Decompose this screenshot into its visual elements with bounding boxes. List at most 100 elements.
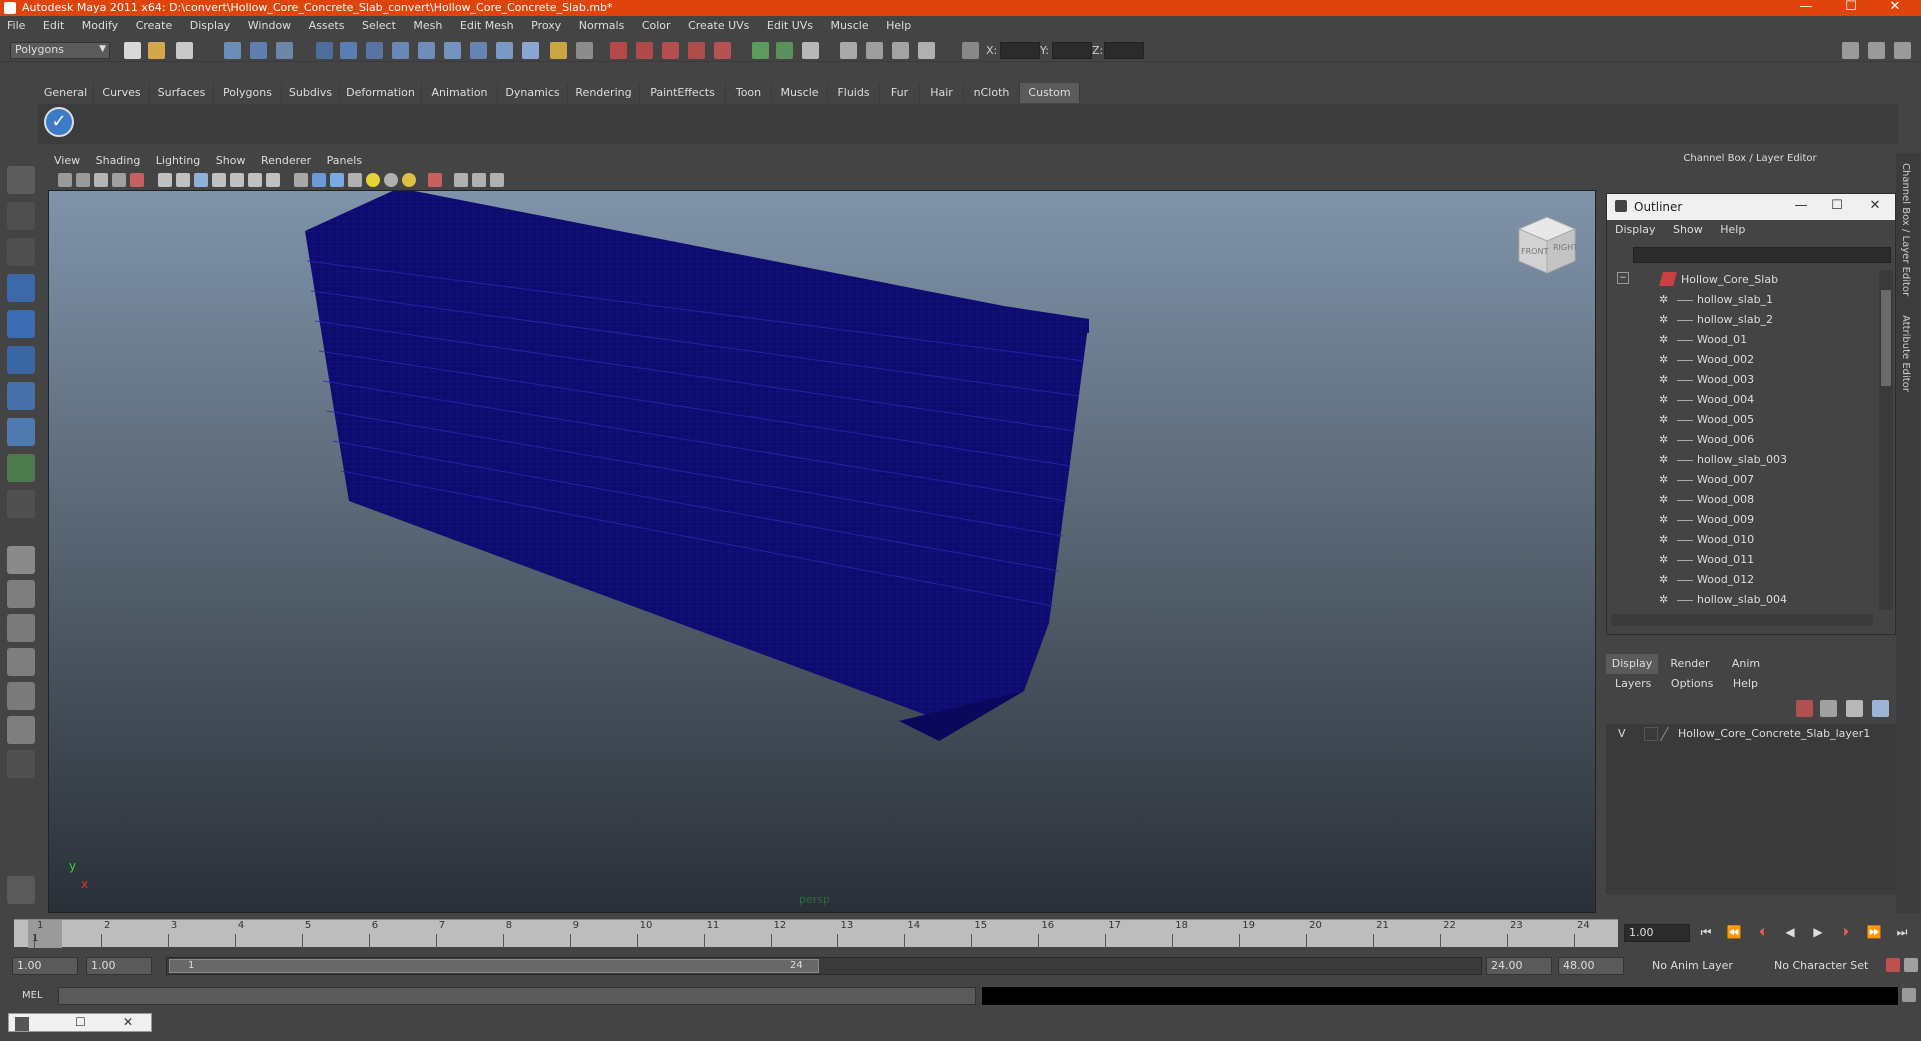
menu-window[interactable]: Window [241, 17, 298, 32]
show-manipulator-icon[interactable] [7, 454, 35, 482]
show-channel-box-icon[interactable] [1894, 42, 1911, 59]
layer-options-icon[interactable] [1872, 700, 1889, 717]
shelf-tab-fluids[interactable]: Fluids [828, 83, 880, 103]
new-empty-layer-icon[interactable] [1820, 700, 1837, 717]
move-layer-up-icon[interactable] [1796, 700, 1813, 717]
menu-edit-mesh[interactable]: Edit Mesh [453, 17, 521, 32]
universal-manipulator-icon[interactable] [7, 382, 35, 410]
select-deformer-icon[interactable] [444, 42, 461, 59]
outliner-item[interactable]: ✲ Wood_01 [1609, 330, 1877, 350]
current-frame-field[interactable]: 1.00 [1624, 924, 1690, 942]
grid-icon[interactable] [158, 173, 172, 187]
menu-select[interactable]: Select [355, 17, 403, 32]
outliner-item[interactable]: ✲ Wood_004 [1609, 390, 1877, 410]
shelf-tab-subdivs[interactable]: Subdivs [282, 83, 340, 103]
viewport-menu-lighting[interactable]: Lighting [150, 153, 206, 167]
range-slider-thumb[interactable]: 1 24 [169, 959, 819, 973]
select-dynamic-icon[interactable] [470, 42, 487, 59]
shelf-tab-painteffects[interactable]: PaintEffects [640, 83, 726, 103]
show-attribute-editor-icon[interactable] [1842, 42, 1859, 59]
save-scene-icon[interactable] [176, 42, 193, 59]
input-history-icon[interactable] [752, 42, 769, 59]
render-current-icon[interactable] [866, 42, 883, 59]
outliner-item[interactable]: ✲ hollow_slab_2 [1609, 310, 1877, 330]
play-backwards-icon[interactable]: ◀ [1780, 925, 1800, 943]
step-back-frame-icon[interactable]: ⏪ [1724, 925, 1744, 943]
layer-menu-help[interactable]: Help [1724, 675, 1765, 690]
render-settings-icon[interactable] [918, 42, 935, 59]
shelf-tab-muscle[interactable]: Muscle [772, 83, 828, 103]
outliner-item[interactable]: ✲ Wood_002 [1609, 350, 1877, 370]
layer-menu-layers[interactable]: Layers [1606, 675, 1658, 690]
outliner-menu-show[interactable]: Show [1665, 221, 1709, 236]
snap-curve-icon[interactable] [636, 42, 653, 59]
shelf-tab-fur[interactable]: Fur [880, 83, 920, 103]
minimized-window[interactable]: ☐ ✕ [8, 1013, 152, 1032]
minimized-maximize-button[interactable]: ☐ [75, 1015, 86, 1029]
render-view-icon[interactable] [840, 42, 857, 59]
shelf-tab-dynamics[interactable]: Dynamics [498, 83, 568, 103]
output-history-icon[interactable] [776, 42, 793, 59]
outliner-item[interactable]: ✲ Wood_007 [1609, 470, 1877, 490]
outliner-item[interactable]: ✲ hollow_slab_004 [1609, 590, 1877, 610]
go-to-start-icon[interactable]: ⏮ [1696, 925, 1716, 943]
menu-set-dropdown[interactable]: Polygons ▼ [10, 42, 110, 59]
outliner-item[interactable]: ✲ Wood_011 [1609, 550, 1877, 570]
menu-file[interactable]: File [0, 17, 32, 32]
textured-icon[interactable] [348, 173, 362, 187]
viewport-menu-show[interactable]: Show [210, 153, 252, 167]
minimize-button[interactable]: — [1789, 0, 1823, 16]
new-layer-selected-icon[interactable] [1846, 700, 1863, 717]
layer-tab-anim[interactable]: Anim [1720, 654, 1772, 674]
play-forwards-icon[interactable]: ▶ [1808, 925, 1828, 943]
outliner-item[interactable]: ✲ Wood_003 [1609, 370, 1877, 390]
layer-color-icon[interactable] [1659, 727, 1679, 741]
outliner-horizontal-scrollbar[interactable] [1611, 614, 1873, 626]
wireframe-icon[interactable] [294, 173, 308, 187]
xray-joints-icon[interactable] [472, 173, 486, 187]
open-scene-icon[interactable] [148, 42, 165, 59]
xray-icon[interactable] [454, 173, 468, 187]
anim-layer-dropdown[interactable]: No Anim Layer [1648, 957, 1758, 975]
layer-tab-render[interactable]: Render [1664, 654, 1716, 674]
outliner-menu-display[interactable]: Display [1607, 221, 1662, 236]
layer-tab-display[interactable]: Display [1606, 654, 1658, 674]
outliner-close-button[interactable]: ✕ [1857, 198, 1893, 213]
step-back-key-icon[interactable]: ⏴ [1752, 925, 1772, 943]
step-forward-frame-icon[interactable]: ⏩ [1864, 925, 1884, 943]
side-tab-channel-box[interactable]: Channel Box / Layer Editor [1900, 163, 1911, 296]
menu-normals[interactable]: Normals [572, 17, 632, 32]
view-cube[interactable]: FRONT RIGHT [1509, 211, 1583, 285]
persp-uv-layout-icon[interactable] [7, 716, 35, 744]
restore-icon[interactable] [15, 1017, 29, 1031]
safe-action-icon[interactable] [248, 173, 262, 187]
outliner-item[interactable]: ✲ Wood_005 [1609, 410, 1877, 430]
select-component-icon[interactable] [276, 42, 293, 59]
outliner-maximize-button[interactable]: ☐ [1819, 198, 1855, 213]
select-handle-icon[interactable] [340, 42, 357, 59]
snap-view-plane-icon[interactable] [688, 42, 705, 59]
z-field[interactable] [1104, 42, 1144, 59]
menu-color[interactable]: Color [635, 17, 678, 32]
menu-edit[interactable]: Edit [36, 17, 71, 32]
perspective-viewport[interactable]: FRONT RIGHT persp y x [48, 190, 1596, 913]
persp-outliner-layout-icon[interactable] [7, 614, 35, 642]
outliner-filter-input[interactable] [1633, 247, 1891, 263]
animation-end-field[interactable]: 48.00 [1558, 957, 1624, 975]
shelf-tab-animation[interactable]: Animation [422, 83, 498, 103]
shelf-tab-deformation[interactable]: Deformation [340, 83, 422, 103]
scale-tool-icon[interactable] [7, 346, 35, 374]
playback-start-field[interactable]: 1.00 [86, 957, 152, 975]
menu-muscle[interactable]: Muscle [824, 17, 876, 32]
collapse-icon[interactable]: − [1617, 272, 1629, 284]
smooth-shade-icon[interactable] [312, 173, 326, 187]
layer-playback-toggle[interactable] [1644, 727, 1658, 741]
select-rendering-icon[interactable] [496, 42, 513, 59]
viewport-menu-shading[interactable]: Shading [90, 153, 147, 167]
transform-field-icon[interactable] [962, 42, 979, 59]
shelf-tab-ncloth[interactable]: nCloth [964, 83, 1020, 103]
hand-icon[interactable] [7, 876, 35, 904]
persp-graph-layout-icon[interactable] [7, 648, 35, 676]
maximize-button[interactable]: ☐ [1834, 0, 1868, 16]
default-light-icon[interactable] [366, 173, 380, 187]
